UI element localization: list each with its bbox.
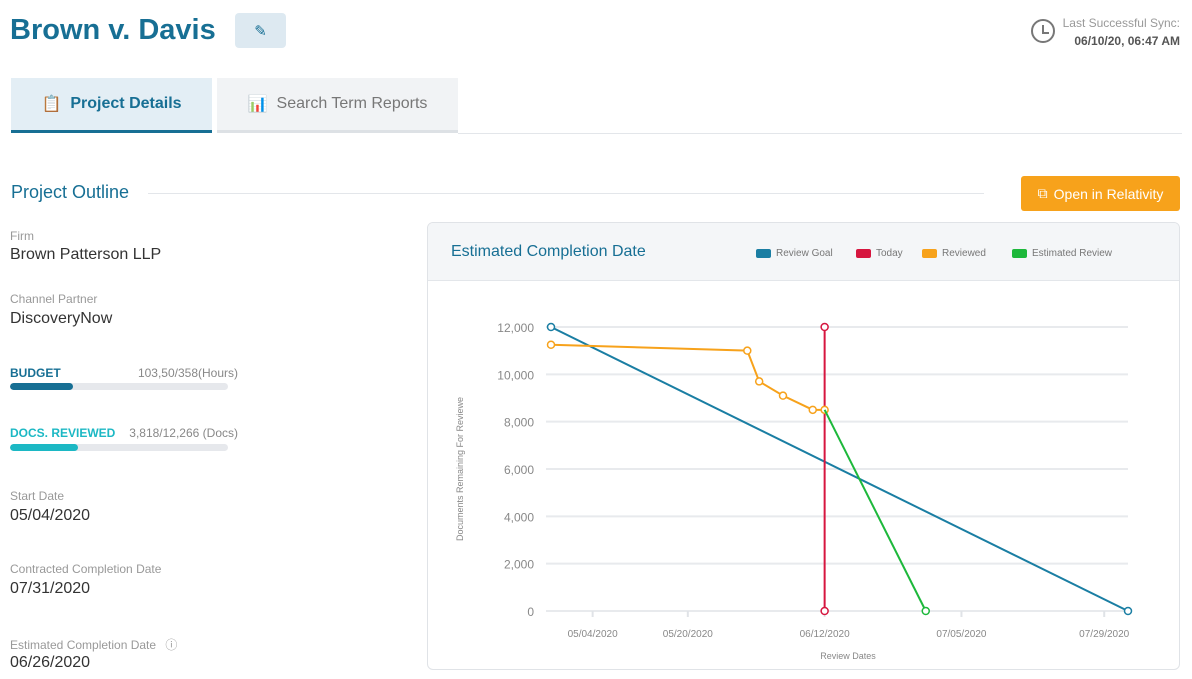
y-tick-label: 6,000: [504, 463, 534, 477]
data-point-review-goal: [546, 322, 556, 332]
data-point-reviewed: [754, 377, 764, 386]
x-tick-label: 07/29/2020: [1079, 629, 1129, 640]
y-tick-label: 10,000: [497, 368, 534, 382]
x-tick-label: 07/05/2020: [936, 629, 986, 640]
data-point-reviewed: [743, 346, 752, 355]
x-tick-label: 06/12/2020: [800, 629, 850, 640]
data-point-review-goal: [1123, 606, 1133, 616]
y-tick-label: 2,000: [504, 558, 534, 572]
data-point-reviewed: [808, 405, 817, 415]
data-point-reviewed: [546, 340, 556, 349]
y-tick-label: 4,000: [504, 510, 534, 524]
data-point-today: [820, 606, 829, 616]
x-tick-label: 05/20/2020: [663, 629, 713, 640]
y-tick-label: 12,000: [497, 321, 534, 335]
y-axis-label: Documents Remaining For Reviewe: [455, 397, 465, 541]
y-tick-label: 0: [527, 605, 534, 619]
data-point-estimated-review: [921, 606, 931, 616]
x-tick-label: 05/04/2020: [568, 629, 618, 640]
line-chart: 0 2,000 4,000 6,000 8,000 10,000 12,000 05/04/2…: [455, 321, 1133, 661]
x-axis-label: Review Dates: [820, 651, 876, 661]
data-point-today: [820, 322, 829, 332]
series-line-estimated-review: [823, 409, 927, 612]
series-line-reviewed: [550, 343, 825, 411]
y-tick-label: 8,000: [504, 416, 534, 430]
data-point-reviewed: [778, 391, 788, 400]
